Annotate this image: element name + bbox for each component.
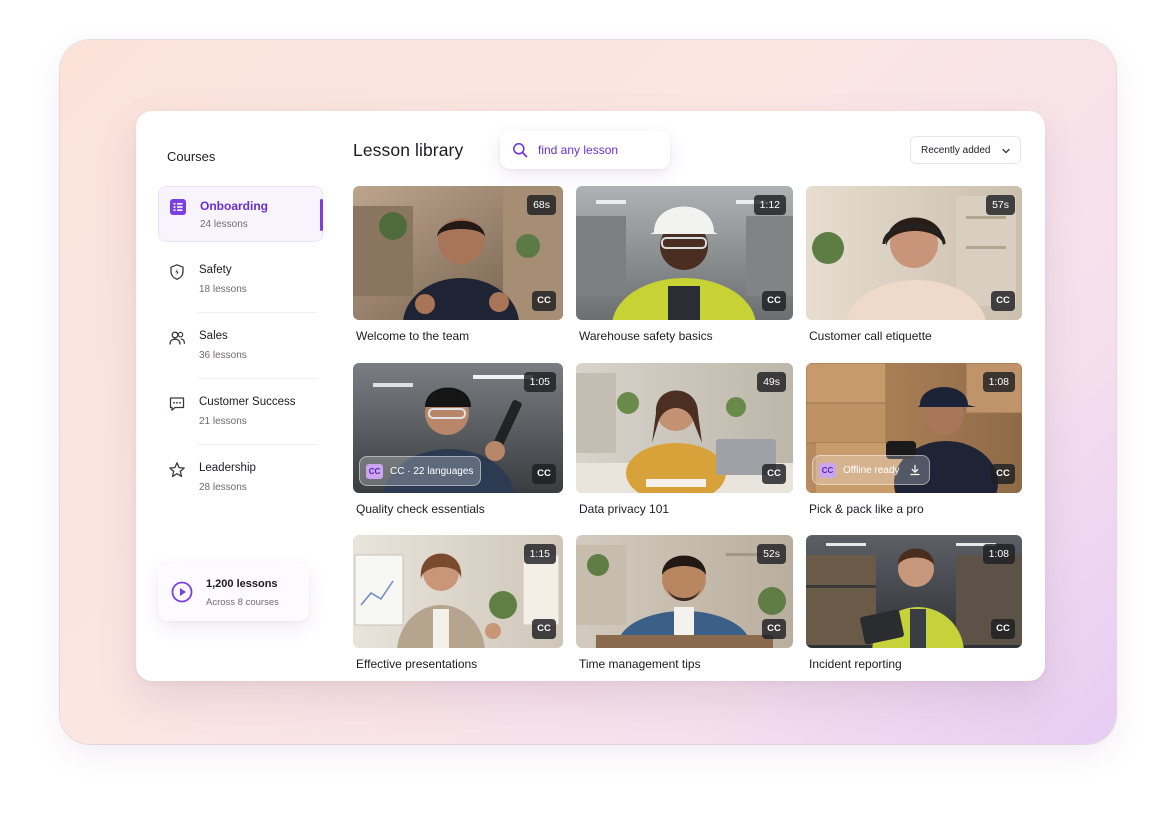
sidebar-item-sales[interactable]: Sales 36 lessons [158, 318, 323, 379]
sidebar: Courses Onboarding 24 lessons Safety 18 … [136, 111, 336, 681]
sidebar-item-leadership[interactable]: Leadership 28 lessons [158, 450, 323, 506]
chip-text: CC · 22 languages [390, 466, 474, 477]
sidebar-item-count: 24 lessons [200, 219, 248, 230]
search-input[interactable] [538, 140, 662, 160]
lesson-thumbnail: 1:08 CC [806, 535, 1022, 648]
sort-dropdown[interactable]: Recently added [910, 136, 1021, 164]
duration-badge: 49s [757, 372, 786, 392]
chevron-down-icon [1002, 148, 1010, 154]
star-icon [169, 462, 185, 478]
duration-badge: 52s [757, 544, 786, 564]
sidebar-item-onboarding[interactable]: Onboarding 24 lessons [158, 186, 323, 242]
lesson-thumbnail: 49s CC [576, 363, 793, 493]
list-icon [170, 199, 186, 215]
lessons-summary-card[interactable]: 1,200 lessons Across 8 courses [158, 563, 309, 621]
active-indicator [320, 199, 323, 231]
duration-badge: 1:08 [982, 544, 1015, 564]
duration-badge: 1:12 [753, 195, 786, 215]
sidebar-item-count: 28 lessons [199, 482, 247, 493]
sidebar-item-customer-success[interactable]: Customer Success 21 lessons [158, 384, 323, 445]
captions-chip: CC CC · 22 languages [359, 456, 481, 486]
users-icon [169, 331, 185, 345]
duration-badge: 1:15 [523, 544, 556, 564]
lesson-thumbnail: 57s CC [806, 186, 1022, 320]
sort-label: Recently added [921, 145, 991, 156]
sidebar-item-label: Safety [199, 264, 232, 276]
sidebar-item-count: 18 lessons [199, 284, 247, 295]
cc-badge: CC [762, 291, 786, 311]
lesson-title: Incident reporting [809, 657, 902, 671]
lesson-thumbnail: 1:15 CC [353, 535, 563, 648]
offline-chip: CC Offline ready [812, 455, 930, 485]
course-list: Onboarding 24 lessons Safety 18 lessons [158, 186, 323, 516]
duration-badge: 68s [527, 195, 556, 215]
lesson-thumbnail: 1:05 CC CC CC · 22 languages [353, 363, 563, 493]
cc-badge: CC [991, 291, 1015, 311]
summary-title: 1,200 lessons [206, 578, 278, 590]
lesson-thumbnail: 52s CC [576, 535, 793, 648]
cc-badge: CC [532, 619, 556, 639]
lesson-title: Quality check essentials [356, 502, 485, 516]
lesson-title: Pick & pack like a pro [809, 502, 924, 516]
search-icon [513, 143, 528, 158]
lesson-title: Warehouse safety basics [579, 329, 713, 343]
sidebar-title: Courses [167, 149, 216, 164]
lesson-title: Effective presentations [356, 657, 478, 671]
cc-badge: CC [762, 464, 786, 484]
cc-badge: CC [762, 619, 786, 639]
cc-chip-badge: CC [819, 463, 836, 478]
app-window: Courses Onboarding 24 lessons Safety 18 … [136, 111, 1045, 681]
lesson-thumbnail: 1:08 CC CC Offline ready [806, 363, 1022, 493]
search-box[interactable] [500, 131, 670, 169]
lesson-title: Data privacy 101 [579, 502, 670, 516]
lesson-thumbnail: 1:12 CC [576, 186, 793, 320]
play-circle-icon [171, 581, 193, 603]
chat-icon [169, 397, 185, 411]
lesson-title: Customer call etiquette [809, 329, 932, 343]
lesson-title: Welcome to the team [356, 329, 470, 343]
page-title: Lesson library [353, 140, 464, 160]
cc-badge: CC [991, 464, 1015, 484]
sidebar-item-label: Sales [199, 330, 228, 342]
lesson-thumbnail: 68s CC [353, 186, 563, 320]
duration-badge: 1:05 [523, 372, 556, 392]
cc-badge: CC [532, 291, 556, 311]
cc-badge: CC [991, 619, 1015, 639]
download-icon [910, 464, 920, 476]
duration-badge: 57s [986, 195, 1015, 215]
summary-subtitle: Across 8 courses [206, 597, 279, 608]
sidebar-item-count: 21 lessons [199, 416, 247, 427]
sidebar-item-label: Customer Success [199, 396, 296, 408]
sidebar-item-safety[interactable]: Safety 18 lessons [158, 252, 323, 313]
sidebar-item-count: 36 lessons [199, 350, 247, 361]
sidebar-item-label: Leadership [199, 462, 256, 474]
chip-text: Offline ready [843, 465, 900, 476]
lesson-title: Time management tips [579, 657, 701, 671]
shield-icon [170, 264, 184, 280]
cc-chip-badge: CC [366, 464, 383, 479]
cc-badge: CC [532, 464, 556, 484]
duration-badge: 1:08 [982, 372, 1015, 392]
sidebar-item-label: Onboarding [200, 199, 268, 213]
